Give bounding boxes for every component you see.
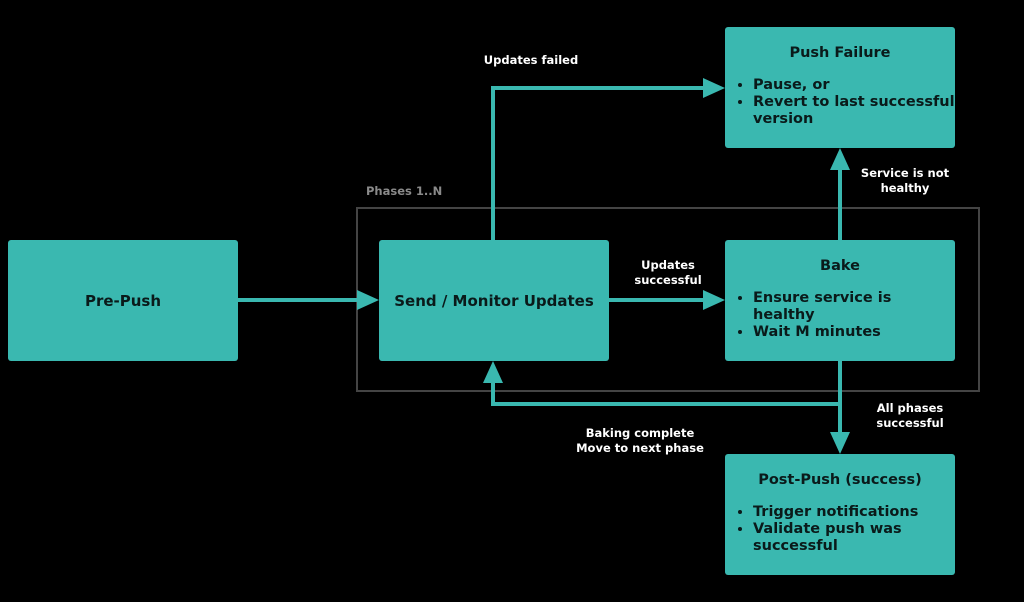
node-bullets: Ensure service is healthy Wait M minutes <box>725 290 955 341</box>
label-line: All phases <box>876 401 944 415</box>
node-title: Post-Push (success) <box>758 472 922 488</box>
edge-label-baking-complete: Baking complete Move to next phase <box>576 426 704 456</box>
edge-label-updates-successful: Updates successful <box>634 258 701 288</box>
arrowhead <box>483 361 503 383</box>
bullet: Pause, or <box>753 77 955 94</box>
label-line: Service is not <box>860 166 950 180</box>
node-bullets: Trigger notifications Validate push was … <box>725 504 955 555</box>
node-title: Bake <box>820 258 860 274</box>
bullet: Revert to last successful version <box>753 94 955 128</box>
node-title: Pre-Push <box>84 291 162 310</box>
bullet: Validate push was successful <box>753 521 955 555</box>
node-push-failure: Push Failure Pause, or Revert to last su… <box>725 27 955 148</box>
edge-label-updates-failed: Updates failed <box>483 53 579 67</box>
node-title: Send / Monitor Updates <box>394 291 594 310</box>
diagram-canvas: Phases 1..N Pre-Push Send / Monitor Upda… <box>0 0 1024 602</box>
arrowhead <box>357 290 379 310</box>
bullet: Trigger notifications <box>753 504 955 521</box>
edge-label-all-phases-successful: All phases successful <box>876 401 943 431</box>
arrow-send-to-failure <box>491 86 706 240</box>
node-send-monitor-updates: Send / Monitor Updates <box>379 240 609 361</box>
label-line: Baking complete <box>585 426 695 440</box>
node-post-push: Post-Push (success) Trigger notification… <box>725 454 955 575</box>
bullet: Wait M minutes <box>753 324 955 341</box>
node-pre-push: Pre-Push <box>8 240 238 361</box>
arrowhead <box>703 78 725 98</box>
edge-label-service-not-healthy: Service is not healthy <box>861 166 949 196</box>
label-line: Updates <box>641 258 695 272</box>
arrowhead <box>830 148 850 170</box>
arrowhead <box>703 290 725 310</box>
node-bullets: Pause, or Revert to last successful vers… <box>725 77 955 128</box>
node-title: Push Failure <box>789 45 891 61</box>
label-line: successful <box>634 273 702 287</box>
phases-group-label: Phases 1..N <box>366 184 443 198</box>
bullet: Ensure service is healthy <box>753 290 955 324</box>
label-line: Move to next phase <box>576 441 704 455</box>
label-line: successful <box>876 416 944 430</box>
arrowhead <box>830 432 850 454</box>
label-line: healthy <box>880 181 930 195</box>
node-bake: Bake Ensure service is healthy Wait M mi… <box>725 240 955 361</box>
